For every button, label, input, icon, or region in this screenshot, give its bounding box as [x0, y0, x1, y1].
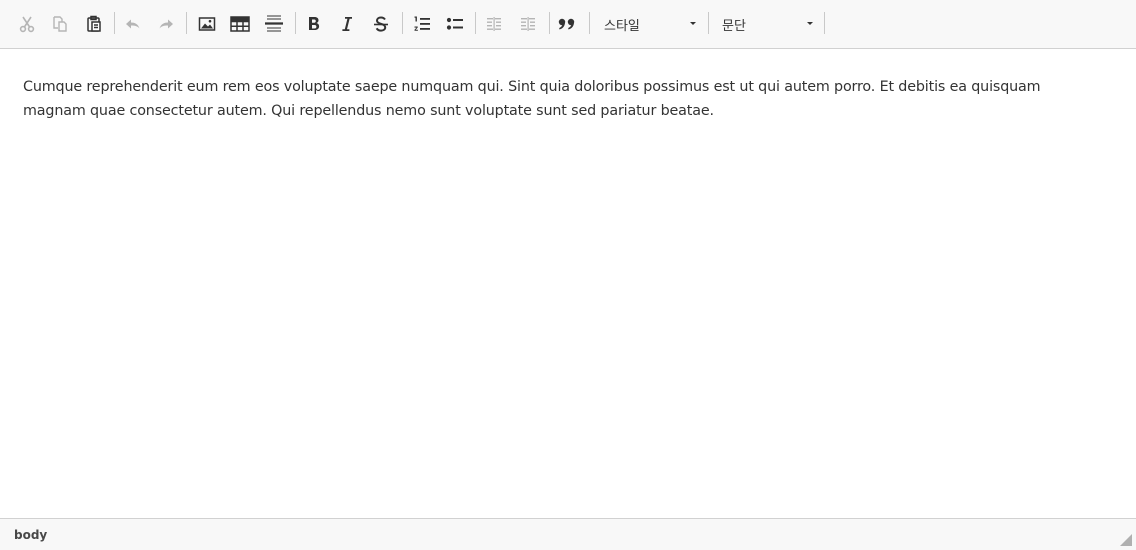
increase-indent-icon [521, 17, 535, 31]
toolbar-separator [114, 12, 115, 34]
insert-table-button[interactable] [227, 10, 253, 38]
toolbar-separator [549, 12, 550, 34]
toolbar-separator [402, 12, 403, 34]
cut-icon [19, 16, 35, 33]
copy-button[interactable] [47, 10, 73, 38]
italic-button[interactable] [334, 10, 360, 38]
bulleted-list-button[interactable] [442, 10, 468, 38]
insert-image-button[interactable] [194, 10, 220, 38]
editor-statusbar: body [0, 518, 1136, 550]
blockquote-icon [558, 18, 575, 30]
blockquote-button[interactable] [554, 10, 580, 38]
undo-button[interactable] [120, 10, 146, 38]
bold-button[interactable] [301, 10, 327, 38]
element-path[interactable]: body [14, 528, 47, 542]
resize-handle-icon[interactable] [1120, 534, 1132, 546]
numbered-list-icon [414, 16, 430, 31]
strikethrough-button[interactable] [368, 10, 394, 38]
horizontal-line-icon [265, 15, 283, 32]
numbered-list-button[interactable] [409, 10, 435, 38]
chevron-down-icon [807, 22, 813, 25]
image-icon [198, 17, 216, 31]
redo-icon [159, 19, 173, 29]
bulleted-list-icon [446, 17, 463, 30]
content-paragraph[interactable]: Cumque reprehenderit eum rem eos volupta… [23, 75, 1103, 123]
editor-toolbar: 스타일 문단 [0, 0, 1136, 49]
decrease-indent-button[interactable] [481, 10, 507, 38]
style-dropdown[interactable]: 스타일 [604, 10, 700, 38]
decrease-indent-icon [487, 17, 501, 31]
table-icon [230, 16, 250, 32]
increase-indent-button[interactable] [515, 10, 541, 38]
toolbar-separator [186, 12, 187, 34]
undo-icon [126, 19, 140, 29]
style-dropdown-label: 스타일 [604, 19, 640, 34]
toolbar-separator [824, 12, 825, 34]
cut-button[interactable] [14, 10, 40, 38]
toolbar-separator [475, 12, 476, 34]
chevron-down-icon [690, 22, 696, 25]
paste-button[interactable] [81, 10, 107, 38]
copy-icon [53, 16, 67, 32]
horizontal-line-button[interactable] [261, 10, 287, 38]
bold-icon [309, 17, 320, 30]
rich-text-editor: 스타일 문단 Cumque reprehenderit eum rem eos … [0, 0, 1136, 550]
strikethrough-icon [374, 16, 388, 32]
format-dropdown-label: 문단 [722, 19, 746, 34]
toolbar-separator [708, 12, 709, 34]
toolbar-separator [589, 12, 590, 34]
format-dropdown[interactable]: 문단 [722, 10, 818, 38]
redo-button[interactable] [153, 10, 179, 38]
paste-icon [87, 15, 101, 32]
editing-area[interactable]: Cumque reprehenderit eum rem eos volupta… [0, 49, 1136, 518]
italic-icon [342, 17, 352, 31]
toolbar-separator [295, 12, 296, 34]
